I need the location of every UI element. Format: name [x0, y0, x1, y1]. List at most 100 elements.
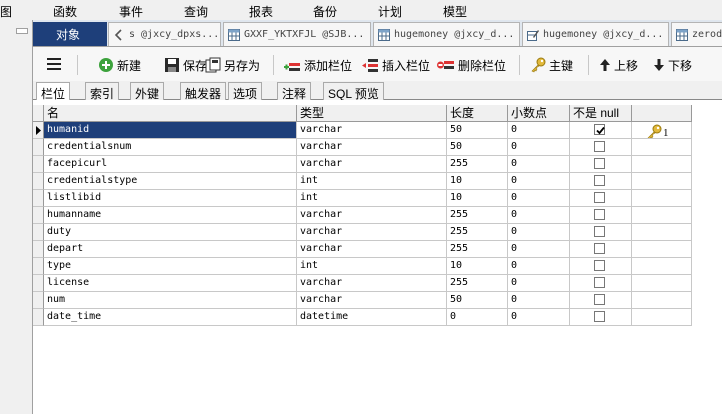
key-cell[interactable] — [632, 207, 692, 224]
column-header-name[interactable]: 名 — [44, 105, 297, 122]
field-length-cell[interactable]: 50 — [447, 292, 508, 309]
field-decimals-cell[interactable]: 0 — [508, 275, 570, 292]
field-type-cell[interactable]: int — [297, 258, 447, 275]
field-decimals-cell[interactable]: 0 — [508, 139, 570, 156]
row-indicator[interactable] — [33, 173, 44, 190]
subtab-options[interactable]: 选项 — [228, 82, 263, 101]
column-header-not-null[interactable]: 不是 null — [570, 105, 632, 122]
tab-hugemoney-data[interactable]: hugemoney @jxcy_d... — [373, 22, 520, 46]
field-length-cell[interactable]: 50 — [447, 139, 508, 156]
field-name-cell[interactable]: facepicurl — [44, 156, 297, 173]
key-cell[interactable] — [632, 292, 692, 309]
not-null-cell[interactable] — [570, 241, 632, 258]
field-decimals-cell[interactable]: 0 — [508, 122, 570, 139]
not-null-checkbox[interactable] — [594, 158, 605, 169]
not-null-cell[interactable] — [570, 139, 632, 156]
field-name-cell[interactable]: credentialsnum — [44, 139, 297, 156]
tab-jxcy-dpxs[interactable]: s @jxcy_dpxs... — [108, 22, 221, 46]
table-row[interactable]: date_time datetime 0 0 — [33, 309, 692, 326]
not-null-checkbox[interactable] — [594, 294, 605, 305]
table-row[interactable]: num varchar 50 0 — [33, 292, 692, 309]
move-down-button[interactable]: 下移 — [653, 56, 692, 74]
field-type-cell[interactable]: varchar — [297, 241, 447, 258]
field-name-cell[interactable]: type — [44, 258, 297, 275]
field-name-cell[interactable]: num — [44, 292, 297, 309]
field-name-cell[interactable]: date_time — [44, 309, 297, 326]
row-indicator[interactable] — [33, 241, 44, 258]
field-name-cell[interactable]: humanname — [44, 207, 297, 224]
row-indicator[interactable] — [33, 139, 44, 156]
not-null-checkbox[interactable] — [594, 141, 605, 152]
subtab-triggers[interactable]: 触发器 — [180, 82, 227, 101]
column-header-length[interactable]: 长度 — [447, 105, 508, 122]
save-as-button[interactable]: 另存为 — [205, 56, 260, 74]
menu-schedule[interactable]: 计划 — [378, 3, 402, 20]
field-length-cell[interactable]: 255 — [447, 275, 508, 292]
new-button[interactable]: 新建 — [98, 56, 141, 74]
not-null-cell[interactable] — [570, 207, 632, 224]
row-indicator[interactable] — [33, 224, 44, 241]
menu-query[interactable]: 查询 — [184, 3, 208, 20]
key-cell[interactable] — [632, 224, 692, 241]
row-indicator[interactable] — [33, 309, 44, 326]
field-decimals-cell[interactable]: 0 — [508, 224, 570, 241]
field-name-cell[interactable]: duty — [44, 224, 297, 241]
field-type-cell[interactable]: varchar — [297, 207, 447, 224]
table-row[interactable]: humanname varchar 255 0 — [33, 207, 692, 224]
not-null-checkbox[interactable] — [594, 226, 605, 237]
field-decimals-cell[interactable]: 0 — [508, 241, 570, 258]
menu-event[interactable]: 事件 — [119, 3, 143, 20]
pane-scroll-handle[interactable] — [16, 28, 28, 34]
save-button[interactable]: 保存 — [164, 56, 207, 74]
field-decimals-cell[interactable]: 0 — [508, 190, 570, 207]
table-row[interactable]: credentialsnum varchar 50 0 — [33, 139, 692, 156]
field-name-cell[interactable]: humanid — [44, 122, 297, 139]
not-null-cell[interactable] — [570, 309, 632, 326]
menu-model[interactable]: 模型 — [443, 3, 467, 20]
tab-gxxf-yktxfjl[interactable]: GXXF_YKTXFJL @SJB... — [223, 22, 371, 46]
not-null-cell[interactable] — [570, 173, 632, 190]
menu-report[interactable]: 报表 — [249, 3, 273, 20]
key-cell[interactable] — [632, 309, 692, 326]
row-indicator[interactable] — [33, 190, 44, 207]
not-null-cell[interactable] — [570, 122, 632, 139]
field-name-cell[interactable]: depart — [44, 241, 297, 258]
tab-hugemoney-design[interactable]: hugemoney @jxcy_d... — [522, 22, 669, 46]
not-null-checkbox[interactable] — [594, 209, 605, 220]
menu-view[interactable]: 图 — [0, 3, 12, 20]
field-length-cell[interactable]: 50 — [447, 122, 508, 139]
menu-backup[interactable]: 备份 — [313, 3, 337, 20]
not-null-cell[interactable] — [570, 258, 632, 275]
field-length-cell[interactable]: 255 — [447, 241, 508, 258]
menu-function[interactable]: 函数 — [53, 3, 77, 20]
table-row[interactable]: duty varchar 255 0 — [33, 224, 692, 241]
not-null-checkbox[interactable] — [594, 192, 605, 203]
not-null-checkbox[interactable] — [594, 311, 605, 322]
field-decimals-cell[interactable]: 0 — [508, 207, 570, 224]
row-indicator[interactable] — [33, 275, 44, 292]
table-row[interactable]: humanid varchar 50 0 1 — [33, 122, 692, 139]
field-length-cell[interactable]: 255 — [447, 224, 508, 241]
field-type-cell[interactable]: varchar — [297, 139, 447, 156]
table-row[interactable]: facepicurl varchar 255 0 — [33, 156, 692, 173]
column-header-key[interactable] — [632, 105, 692, 122]
add-field-button[interactable]: 添加栏位 — [283, 56, 352, 74]
tab-objects[interactable]: 对象 — [33, 22, 107, 46]
field-decimals-cell[interactable]: 0 — [508, 258, 570, 275]
subtab-sql-preview[interactable]: SQL 预览 — [323, 82, 384, 101]
table-row[interactable]: credentialstype int 10 0 — [33, 173, 692, 190]
field-type-cell[interactable]: datetime — [297, 309, 447, 326]
move-up-button[interactable]: 上移 — [599, 56, 638, 74]
field-type-cell[interactable]: varchar — [297, 122, 447, 139]
table-row[interactable]: type int 10 0 — [33, 258, 692, 275]
not-null-cell[interactable] — [570, 224, 632, 241]
key-cell[interactable] — [632, 156, 692, 173]
row-indicator[interactable] — [33, 207, 44, 224]
not-null-cell[interactable] — [570, 275, 632, 292]
field-decimals-cell[interactable]: 0 — [508, 292, 570, 309]
field-type-cell[interactable]: varchar — [297, 292, 447, 309]
delete-field-button[interactable]: 删除栏位 — [437, 56, 506, 74]
field-length-cell[interactable]: 10 — [447, 258, 508, 275]
column-header-decimals[interactable]: 小数点 — [508, 105, 570, 122]
key-cell[interactable] — [632, 258, 692, 275]
